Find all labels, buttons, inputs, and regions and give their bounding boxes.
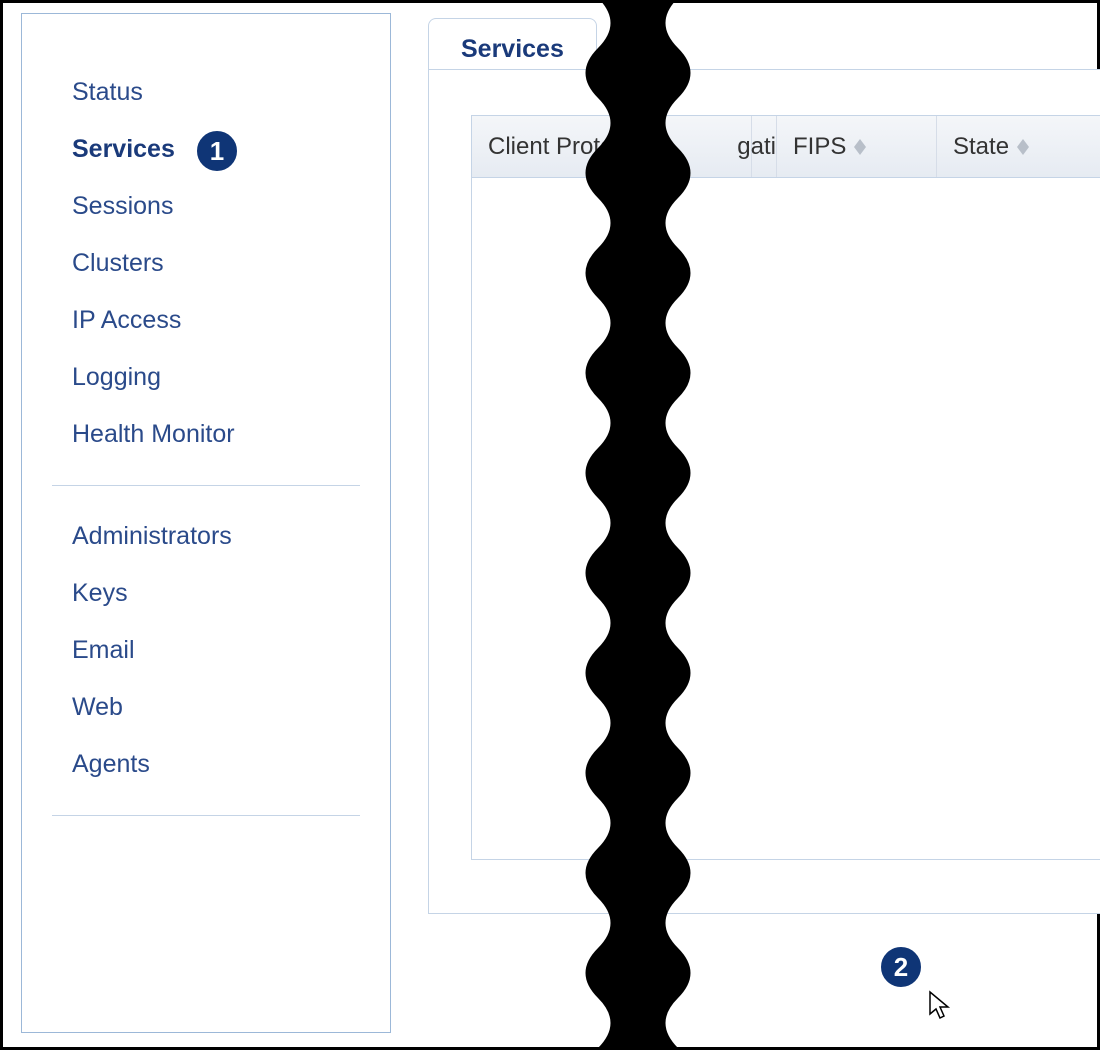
- callout-badge-2: 2: [879, 945, 923, 989]
- sidebar-item-ip-access[interactable]: IP Access: [22, 292, 390, 349]
- table-body-empty: [472, 178, 1100, 859]
- button-bar: Add E: [428, 933, 1097, 1028]
- sidebar-item-web[interactable]: Web: [22, 679, 390, 736]
- column-label: gati: [737, 133, 776, 161]
- column-label: State: [953, 133, 1009, 161]
- column-state[interactable]: State: [937, 116, 1100, 177]
- content-area: Services Client Protoc gati FIPS: [413, 3, 1097, 1047]
- sort-icon: [1017, 139, 1029, 155]
- sidebar-item-logging[interactable]: Logging: [22, 349, 390, 406]
- sidebar-item-keys[interactable]: Keys: [22, 565, 390, 622]
- sidebar-item-health-monitor[interactable]: Health Monitor: [22, 406, 390, 463]
- sidebar-item-agents[interactable]: Agents: [22, 736, 390, 793]
- sidebar-item-clusters[interactable]: Clusters: [22, 235, 390, 292]
- column-label: Client Protoc: [488, 133, 625, 161]
- column-fips[interactable]: FIPS: [777, 116, 937, 177]
- sidebar-item-sessions[interactable]: Sessions: [22, 178, 390, 235]
- services-table: Client Protoc gati FIPS State: [471, 115, 1100, 860]
- sort-icon: [854, 139, 866, 155]
- column-label: FIPS: [793, 133, 846, 161]
- column-partial[interactable]: gati: [752, 116, 777, 177]
- tab-panel: Client Protoc gati FIPS State: [428, 69, 1100, 914]
- column-client-protocol[interactable]: Client Protoc: [472, 116, 752, 177]
- sidebar-divider: [52, 815, 360, 816]
- sidebar-item-email[interactable]: Email: [22, 622, 390, 679]
- sidebar-divider: [52, 485, 360, 486]
- sidebar-item-administrators[interactable]: Administrators: [22, 508, 390, 565]
- callout-badge-1: 1: [195, 129, 239, 173]
- table-header-row: Client Protoc gati FIPS State: [472, 116, 1100, 178]
- sidebar-item-status[interactable]: Status: [22, 64, 390, 121]
